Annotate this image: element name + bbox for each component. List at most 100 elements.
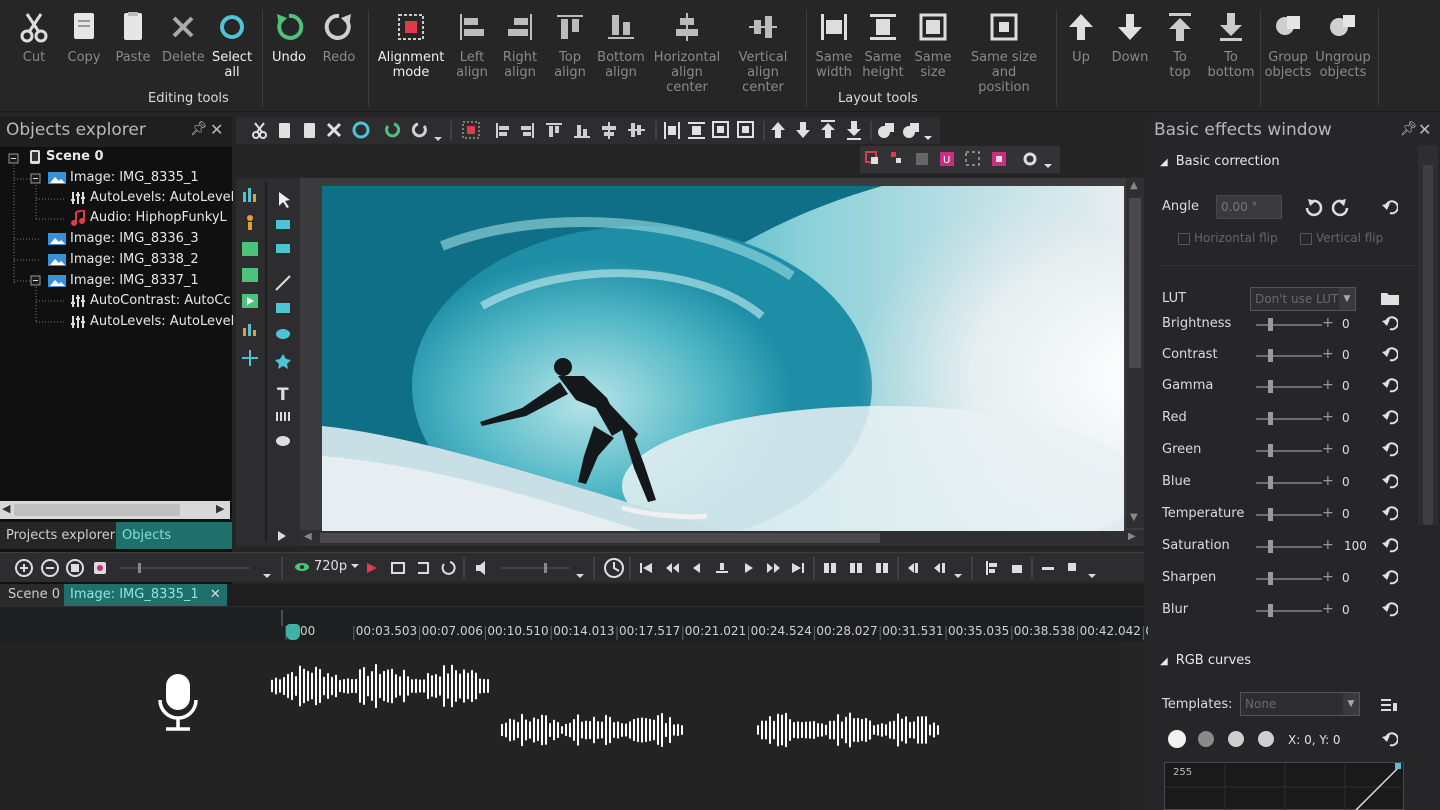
- tab-scene-0[interactable]: Scene 0: [0, 584, 69, 606]
- lut-select[interactable]: Don't use LUT ▼: [1250, 287, 1356, 311]
- same-width-button[interactable]: Same width: [812, 10, 856, 80]
- slider-track[interactable]: [1256, 604, 1322, 617]
- effects-vertical-scrollbar[interactable]: [1418, 145, 1438, 525]
- reset-icon[interactable]: [1382, 409, 1398, 425]
- copy-button[interactable]: Copy: [64, 10, 104, 65]
- slider-track[interactable]: [1256, 572, 1322, 585]
- list-item[interactable]: Image: IMG_8338_2: [48, 251, 199, 269]
- video-preview-image[interactable]: [322, 186, 1124, 531]
- to-bottom-button[interactable]: To bottom: [1206, 10, 1256, 80]
- same-size-position-button[interactable]: Same size and position: [958, 10, 1050, 95]
- slider-track[interactable]: [1256, 318, 1322, 331]
- slider-thumb[interactable]: [1268, 444, 1273, 457]
- list-item[interactable]: Audio: HiphopFunkyL: [70, 209, 227, 227]
- paste-button[interactable]: Paste: [112, 10, 154, 65]
- pin-icon[interactable]: 📌︎: [1400, 121, 1418, 137]
- list-item[interactable]: Image: IMG_8335_1: [48, 169, 199, 187]
- slider-track[interactable]: [1256, 540, 1322, 553]
- plus-icon[interactable]: +: [1322, 537, 1334, 553]
- canvas-horizontal-scrollbar[interactable]: ◀ ▶: [300, 530, 1144, 546]
- slider-track[interactable]: [1256, 444, 1322, 457]
- top-align-button[interactable]: Top align: [550, 10, 590, 80]
- delete-button[interactable]: Delete: [162, 10, 205, 65]
- tab-projects-explorer[interactable]: Projects explorer: [0, 522, 122, 549]
- slider-track[interactable]: [1256, 508, 1322, 521]
- same-size-button[interactable]: Same size: [912, 10, 954, 80]
- down-button[interactable]: Down: [1108, 10, 1152, 65]
- slider-track[interactable]: [1256, 380, 1322, 393]
- left-align-button[interactable]: Left align: [452, 10, 492, 80]
- templates-select[interactable]: None ▼: [1240, 692, 1360, 716]
- scrollbar-thumb[interactable]: [320, 533, 880, 543]
- reset-icon[interactable]: [1382, 199, 1398, 215]
- slider-thumb[interactable]: [1268, 508, 1273, 521]
- plus-icon[interactable]: +: [1322, 346, 1334, 362]
- scrollbar-thumb[interactable]: [14, 504, 180, 516]
- angle-input[interactable]: 0.00 °: [1216, 195, 1282, 219]
- reset-icon[interactable]: [1382, 537, 1398, 553]
- reset-icon[interactable]: [1382, 315, 1398, 331]
- slider-track[interactable]: [1256, 476, 1322, 489]
- scroll-left-icon[interactable]: ◀: [304, 531, 312, 542]
- rgb-curves-section[interactable]: ◢ RGB curves: [1160, 653, 1251, 668]
- playhead[interactable]: [286, 624, 300, 640]
- tab-image-img-8335-1[interactable]: Image: IMG_8335_1 ✕: [64, 584, 227, 606]
- curve-channel-blue[interactable]: [1258, 731, 1274, 747]
- ungroup-objects-button[interactable]: Ungroup objects: [1314, 10, 1372, 80]
- close-icon[interactable]: ✕: [210, 120, 223, 139]
- scroll-up-icon[interactable]: ▲: [1130, 180, 1138, 191]
- rgb-curve-editor[interactable]: 255: [1164, 762, 1405, 810]
- pin-icon[interactable]: 📌︎: [190, 121, 208, 137]
- reset-icon[interactable]: [1382, 441, 1398, 457]
- bottom-align-button[interactable]: Bottom align: [596, 10, 646, 80]
- list-item[interactable]: AutoLevels: AutoLevel: [70, 313, 234, 331]
- slider-track[interactable]: [1256, 349, 1322, 362]
- same-height-button[interactable]: Same height: [860, 10, 906, 80]
- plus-icon[interactable]: +: [1322, 569, 1334, 585]
- reset-icon[interactable]: [1382, 601, 1398, 617]
- slider-thumb[interactable]: [1268, 349, 1273, 362]
- curve-channel-red[interactable]: [1198, 731, 1214, 747]
- plus-icon[interactable]: +: [1322, 441, 1334, 457]
- reset-icon[interactable]: [1382, 377, 1398, 393]
- alignment-mode-button[interactable]: Alignment mode: [376, 10, 446, 80]
- reset-icon[interactable]: [1382, 505, 1398, 521]
- reset-icon[interactable]: [1382, 473, 1398, 489]
- plus-icon[interactable]: +: [1322, 601, 1334, 617]
- scroll-down-icon[interactable]: ▼: [1130, 512, 1138, 523]
- scrollbar-thumb[interactable]: [1129, 198, 1141, 368]
- plus-icon[interactable]: +: [1322, 505, 1334, 521]
- list-item[interactable]: Image: IMG_8337_1: [48, 272, 199, 290]
- select-all-button[interactable]: Select all: [210, 10, 254, 80]
- tab-objects-explorer[interactable]: Objects explorer: [116, 522, 232, 570]
- slider-thumb[interactable]: [1268, 318, 1273, 331]
- close-icon[interactable]: ✕: [210, 584, 221, 606]
- folder-icon[interactable]: [1380, 290, 1400, 306]
- list-item[interactable]: AutoContrast: AutoCc: [70, 292, 231, 310]
- undo-button[interactable]: Undo: [268, 10, 310, 65]
- horizontal-align-center-button[interactable]: Horizontal align center: [652, 10, 722, 95]
- vertical-flip-checkbox[interactable]: Vertical flip: [1300, 231, 1383, 245]
- plus-icon[interactable]: +: [1322, 315, 1334, 331]
- scroll-right-icon[interactable]: ▶: [1128, 531, 1136, 542]
- tree-horizontal-scrollbar[interactable]: ◀ ▶: [0, 501, 230, 519]
- close-icon[interactable]: ✕: [1418, 120, 1431, 139]
- up-button[interactable]: Up: [1062, 10, 1100, 65]
- scroll-right-icon[interactable]: ▶: [216, 502, 224, 515]
- slider-thumb[interactable]: [1268, 476, 1273, 489]
- slider-thumb[interactable]: [1268, 572, 1273, 585]
- vertical-align-center-button[interactable]: Vertical align center: [726, 10, 800, 95]
- reset-icon[interactable]: [1382, 731, 1398, 747]
- scrollbar-thumb[interactable]: [1423, 165, 1433, 525]
- plus-icon[interactable]: +: [1322, 409, 1334, 425]
- slider-thumb[interactable]: [1268, 604, 1273, 617]
- slider-track[interactable]: [1256, 412, 1322, 425]
- cut-button[interactable]: Cut: [14, 10, 54, 65]
- list-item[interactable]: AutoLevels: AutoLevel: [70, 189, 234, 207]
- canvas-vertical-scrollbar[interactable]: ▲ ▼: [1126, 178, 1144, 528]
- reset-icon[interactable]: [1382, 569, 1398, 585]
- timeline-ruler[interactable]: 00 00:03.503 00:07.006 00:10.510 00:14.013 00…: [0, 606, 1191, 642]
- slider-thumb[interactable]: [1268, 412, 1273, 425]
- list-item[interactable]: Image: IMG_8336_3: [48, 230, 199, 248]
- scroll-left-icon[interactable]: ◀: [2, 502, 10, 515]
